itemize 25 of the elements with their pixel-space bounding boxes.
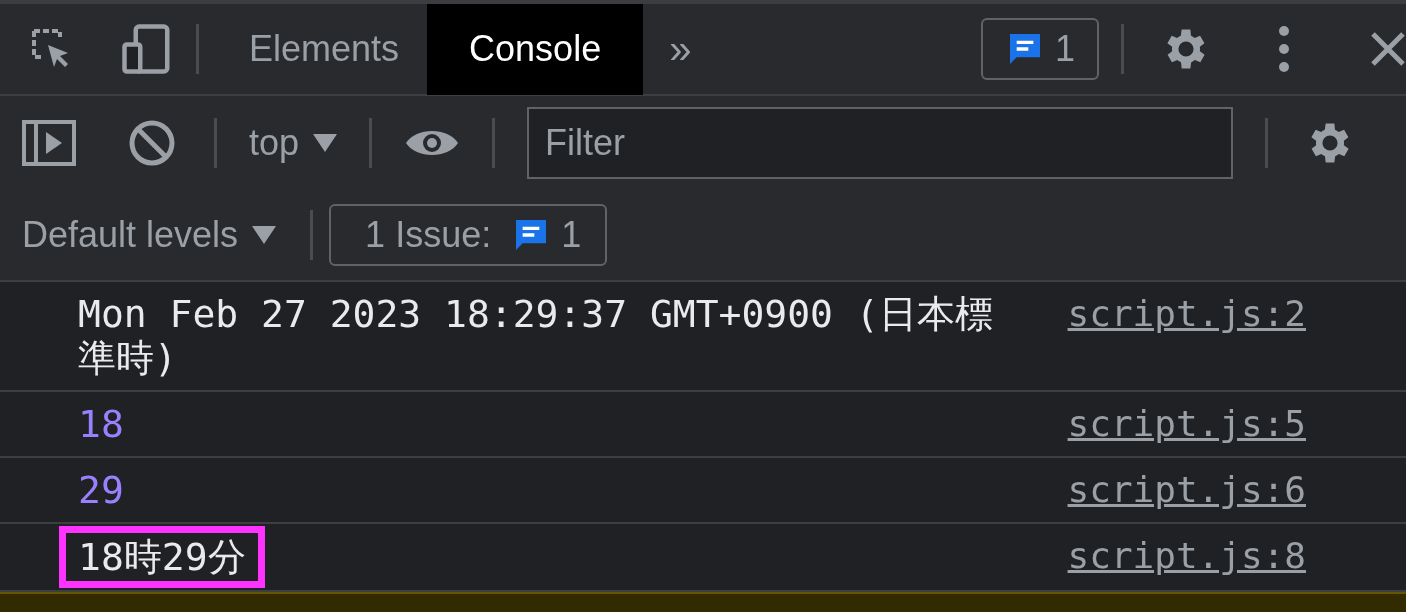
- issues-button[interactable]: 1 Issue: 1: [329, 204, 608, 266]
- console-number: 29: [78, 468, 124, 512]
- source-link[interactable]: script.js:2: [1067, 292, 1306, 336]
- issues-count: 1: [561, 214, 582, 256]
- caret-icon: [313, 134, 338, 152]
- source-link[interactable]: script.js:5: [1067, 402, 1306, 446]
- tab[interactable]: Console: [427, 4, 644, 95]
- console-number: 18: [78, 402, 124, 446]
- issues-count: 1: [1054, 28, 1075, 70]
- clear-console-icon[interactable]: [128, 119, 176, 167]
- context-dropdown[interactable]: top: [249, 122, 338, 164]
- more-tabs-button[interactable]: »: [669, 26, 692, 72]
- more-options-icon[interactable]: [1278, 25, 1290, 73]
- tab[interactable]: Elements: [221, 4, 428, 95]
- console-message: Mon Feb 27 2023 18:29:37 GMT+0900 (日本標準時): [78, 292, 993, 380]
- source-link[interactable]: script.js:6: [1067, 468, 1306, 512]
- close-icon[interactable]: [1370, 31, 1406, 67]
- caret-icon: [252, 226, 277, 244]
- issues-badge[interactable]: 1: [980, 18, 1099, 80]
- source-link[interactable]: script.js:8: [1067, 534, 1306, 578]
- filter-field[interactable]: Filter: [527, 107, 1234, 179]
- issues-label: 1 Issue:: [365, 214, 492, 256]
- console-message: 18時29分: [59, 526, 265, 588]
- sidebar-toggle-icon[interactable]: [22, 120, 76, 166]
- levels-dropdown[interactable]: Default levels: [22, 214, 277, 256]
